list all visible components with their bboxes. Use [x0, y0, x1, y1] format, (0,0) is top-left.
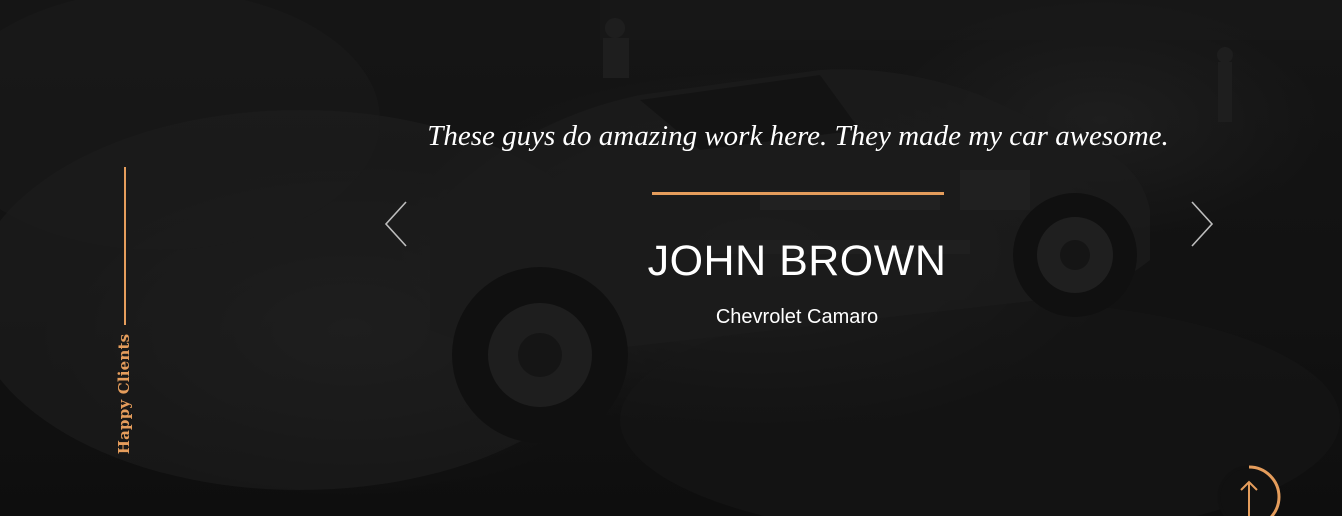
arrow-up-icon — [1217, 465, 1281, 516]
previous-testimonial-button[interactable] — [382, 200, 412, 248]
section-label-line — [124, 167, 126, 325]
testimonials-section: Happy Clients These guys do amazing work… — [0, 0, 1342, 516]
testimonial-quote: These guys do amazing work here. They ma… — [427, 120, 1169, 152]
chevron-left-icon — [384, 201, 407, 247]
quote-divider — [652, 192, 944, 195]
client-name: JOHN BROWN — [647, 237, 947, 285]
client-car: Chevrolet Camaro — [715, 306, 879, 328]
next-testimonial-button[interactable] — [1186, 200, 1216, 248]
chevron-right-icon — [1191, 201, 1214, 247]
section-label: Happy Clients — [115, 333, 133, 455]
scroll-to-top-button[interactable] — [1216, 464, 1282, 516]
